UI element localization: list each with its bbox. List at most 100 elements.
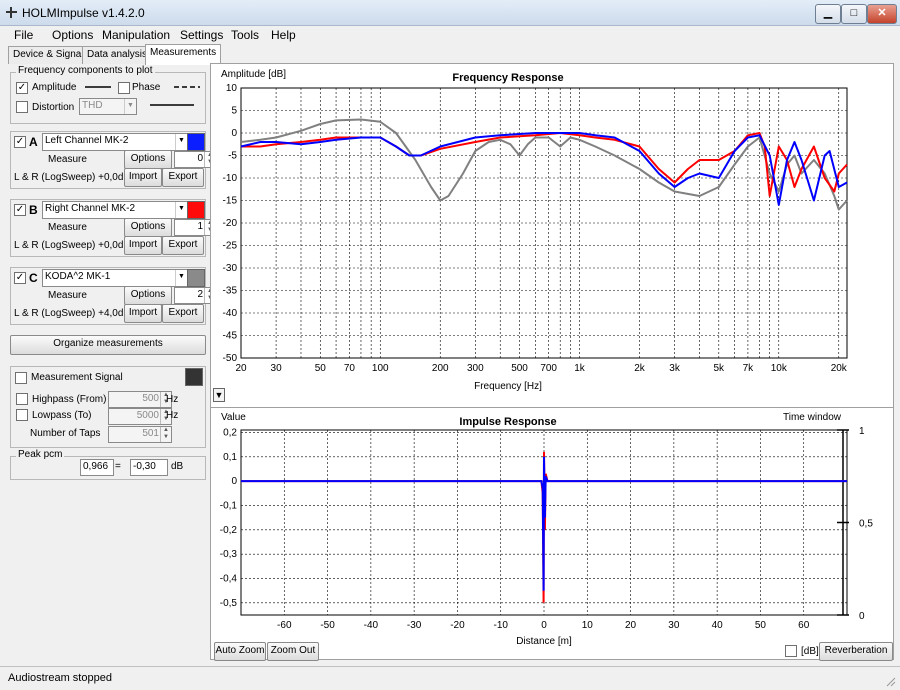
measurement-b-info: L & R (LogSweep) +0,0dB xyxy=(14,240,131,251)
lowpass-value: 5000 xyxy=(136,410,159,421)
measurement-c-name: KODA^2 MK-1 xyxy=(45,271,111,282)
charts-pane: Amplitude [dB] Frequency Response 10 5 0 -5… xyxy=(210,63,894,661)
fr-x-tick-label: 7k xyxy=(743,363,755,374)
measurement-a-color-swatch[interactable] xyxy=(187,133,205,151)
fr-y-tick-label: 10 xyxy=(226,83,238,94)
fr-x-tick-label: 200 xyxy=(432,363,449,374)
splitter-arrow-icon[interactable]: ▼ xyxy=(213,388,225,402)
menu-manipulation[interactable]: Manipulation xyxy=(100,28,172,42)
menu-settings[interactable]: Settings xyxy=(178,28,225,42)
tab-measurements[interactable]: Measurements xyxy=(145,44,222,65)
menu-options[interactable]: Options xyxy=(50,28,95,42)
measurement-b-letter: B xyxy=(29,203,38,217)
fr-y-tick-label: -40 xyxy=(223,308,238,319)
measurement-c-select[interactable]: KODA^2 MK-1 ▼ xyxy=(42,269,188,287)
tab-data-analysis[interactable]: Data analysis xyxy=(82,46,153,64)
tab-device-signal[interactable]: Device & Signal xyxy=(8,46,89,64)
ir-y-tick-label: -0,4 xyxy=(220,573,238,584)
db-checkbox[interactable] xyxy=(785,645,797,657)
auto-zoom-button[interactable]: Auto Zoom xyxy=(214,642,266,661)
zoom-out-button[interactable]: Zoom Out xyxy=(267,642,319,661)
distortion-checkbox[interactable] xyxy=(16,101,28,113)
peak-db-value: -0,30 xyxy=(130,459,168,476)
fr-x-tick-label: 20k xyxy=(831,363,848,374)
reverberation-button[interactable]: Reverberation xyxy=(819,642,893,661)
ir-right-label: Time window xyxy=(783,412,842,423)
measurement-c-options-button[interactable]: Options xyxy=(124,286,172,305)
highpass-checkbox[interactable] xyxy=(16,393,28,405)
close-button[interactable]: ✕ xyxy=(867,4,897,24)
measurement-b-export-button[interactable]: Export xyxy=(162,236,204,255)
lowpass-checkbox[interactable] xyxy=(16,409,28,421)
ir-x-tick-label: -40 xyxy=(364,620,379,631)
measurement-c-color-swatch[interactable] xyxy=(187,269,205,287)
highpass-value: 500 xyxy=(142,393,159,404)
status-text: Audiostream stopped xyxy=(8,672,112,684)
ir-x-tick-label: -30 xyxy=(407,620,422,631)
measurement-a-import-button[interactable]: Import xyxy=(124,168,162,187)
measurement-c-measure-button[interactable]: Measure xyxy=(48,290,87,301)
ir-x-tick-label: -20 xyxy=(450,620,465,631)
measurement-b-checkbox[interactable]: ✓ xyxy=(14,204,26,216)
phase-line-sample xyxy=(174,86,200,88)
measurement-signal-checkbox[interactable] xyxy=(15,372,27,384)
measurement-a-checkbox[interactable]: ✓ xyxy=(14,136,26,148)
status-bar: Audiostream stopped xyxy=(0,666,900,690)
measurement-a-options-button[interactable]: Options xyxy=(124,150,172,169)
measurement-c-export-button[interactable]: Export xyxy=(162,304,204,323)
measurement-b-select[interactable]: Right Channel MK-2 ▼ xyxy=(42,201,188,219)
taps-input[interactable]: 501 ▲ ▼ xyxy=(108,426,172,443)
fr-y-tick-label: -15 xyxy=(223,196,238,207)
menu-tools[interactable]: Tools xyxy=(229,28,261,42)
maximize-button[interactable]: □ xyxy=(841,4,867,24)
ir-y-tick-label: -0,2 xyxy=(220,525,238,536)
measurement-a-select[interactable]: Left Channel MK-2 ▼ xyxy=(42,133,188,151)
fr-y-tick-label: -30 xyxy=(223,263,238,274)
measurement-b-index: 1 xyxy=(197,221,203,232)
ir-x-tick-label: 30 xyxy=(668,620,680,631)
chevron-down-icon: ▼ xyxy=(175,202,187,218)
organize-measurements-button[interactable]: Organize measurements xyxy=(10,335,206,355)
fr-y-tick-label: -5 xyxy=(228,151,237,162)
highpass-input[interactable]: 500 ▲ ▼ xyxy=(108,391,172,408)
measurement-c-letter: C xyxy=(29,271,38,285)
measurement-a-export-button[interactable]: Export xyxy=(162,168,204,187)
distortion-select[interactable]: THD ▼ xyxy=(79,98,137,115)
fr-x-tick-label: 70 xyxy=(344,363,356,374)
phase-checkbox[interactable] xyxy=(118,82,130,94)
fr-y-tick-label: -25 xyxy=(223,241,238,252)
lowpass-input[interactable]: 5000 ▲ ▼ xyxy=(108,408,172,425)
resize-grip-icon[interactable] xyxy=(884,675,896,687)
amplitude-label: Amplitude xyxy=(32,82,77,93)
menu-help[interactable]: Help xyxy=(269,28,298,42)
minimize-button[interactable]: ▁ xyxy=(815,4,841,24)
fr-x-tick-label: 3k xyxy=(669,363,681,374)
impulse-response-chart: Value Impulse Response Time window 0,2 0,… xyxy=(220,412,874,647)
measurement-a-info: L & R (LogSweep) +0,0dB xyxy=(14,172,131,183)
taps-label: Number of Taps xyxy=(30,428,101,439)
fr-x-tick-label: 500 xyxy=(511,363,528,374)
ir-y-tick-label: -0,3 xyxy=(220,549,238,560)
measurement-b-options-button[interactable]: Options xyxy=(124,218,172,237)
fr-x-tick-label: 5k xyxy=(714,363,726,374)
measurement-signal-color-swatch[interactable] xyxy=(185,368,203,386)
amplitude-line-sample xyxy=(85,86,111,88)
measurement-b-import-button[interactable]: Import xyxy=(124,236,162,255)
measurement-c-checkbox[interactable]: ✓ xyxy=(14,272,26,284)
fr-x-tick-label: 1k xyxy=(574,363,586,374)
ir-x-tick-label: 0 xyxy=(541,620,547,631)
amplitude-checkbox[interactable]: ✓ xyxy=(16,82,28,94)
ir-ylabel: Value xyxy=(221,412,246,423)
highpass-label: Highpass (From) xyxy=(32,394,107,405)
measurement-a-measure-button[interactable]: Measure xyxy=(48,154,87,165)
spin-arrows-icon[interactable]: ▲▼ xyxy=(160,427,171,442)
fr-x-tick-label: 300 xyxy=(467,363,484,374)
measurement-b-measure-button[interactable]: Measure xyxy=(48,222,87,233)
measurement-c-import-button[interactable]: Import xyxy=(124,304,162,323)
lowpass-unit: Hz xyxy=(166,410,179,421)
measurement-b-color-swatch[interactable] xyxy=(187,201,205,219)
measurement-signal-label: Measurement Signal xyxy=(31,372,123,383)
measurement-c-info: L & R (LogSweep) +4,0dB xyxy=(14,308,131,319)
menu-file[interactable]: File xyxy=(12,28,35,42)
left-pane: Frequency components to plot ✓ Amplitude… xyxy=(4,63,216,661)
